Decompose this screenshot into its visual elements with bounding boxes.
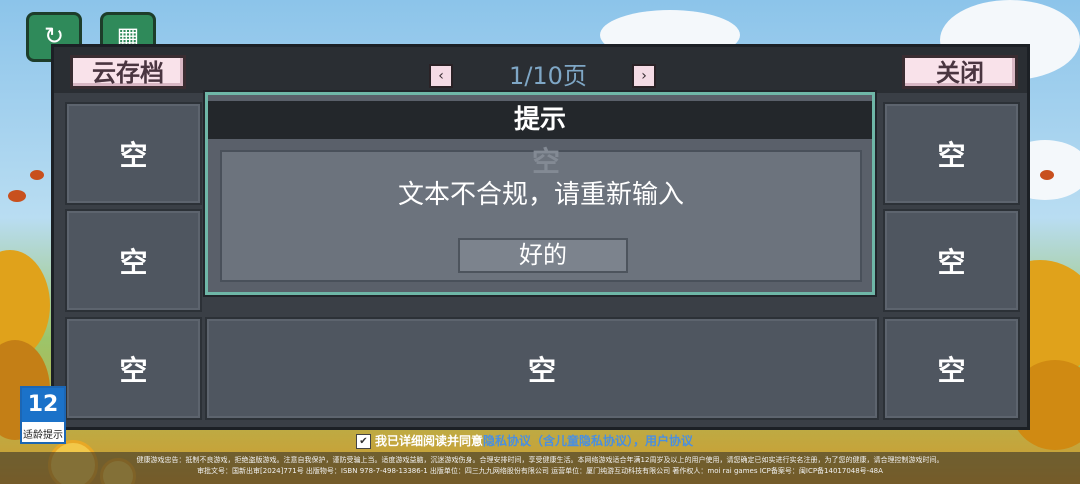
- alert-dialog: 提示 空 文本不合规，请重新输入 好的: [205, 92, 875, 295]
- dialog-message: 文本不合规，请重新输入: [397, 180, 684, 210]
- ok-button[interactable]: 好的: [458, 238, 628, 273]
- age-rating-label: 适龄提示: [23, 430, 63, 441]
- consent-checkbox[interactable]: ✔: [356, 434, 371, 449]
- page-indicator: 1/10页: [509, 62, 587, 90]
- save-slot-r1-right[interactable]: 空: [883, 102, 1020, 205]
- publishing-info-text: 审批文号：国新出审[2024]771号 出版物号：ISBN 978-7-498-…: [197, 467, 883, 475]
- age-rating-badge: 12 适龄提示: [20, 386, 66, 444]
- cloud-save-button[interactable]: 云存档: [70, 55, 186, 89]
- consent-separator: ，: [633, 434, 646, 448]
- consent-text: 我已详细阅读并同意: [375, 434, 484, 448]
- legal-footer: 健康游戏忠告：抵制不良游戏，拒绝盗版游戏。注意自我保护，谨防受骗上当。适度游戏益…: [0, 452, 1080, 484]
- user-agreement-link[interactable]: 用户协议: [645, 434, 693, 448]
- privacy-policy-link[interactable]: 隐私协议（含儿童隐私协议）: [483, 434, 633, 448]
- consent-line: ✔ 我已详细阅读并同意隐私协议（含儿童隐私协议），用户协议: [356, 432, 693, 449]
- save-slot-r3-left[interactable]: 空: [65, 317, 202, 420]
- age-rating-number: 12: [22, 388, 64, 422]
- close-button[interactable]: 关闭: [902, 55, 1018, 89]
- prev-page-button[interactable]: ‹: [429, 64, 453, 88]
- dialog-title: 提示: [208, 101, 872, 139]
- save-slot-r1-left[interactable]: 空: [65, 102, 202, 205]
- dialog-body: 空 文本不合规，请重新输入 好的: [220, 145, 862, 282]
- save-slot-r2-right[interactable]: 空: [883, 209, 1020, 312]
- save-slot-r3-center[interactable]: 空: [205, 317, 879, 420]
- next-page-button[interactable]: ›: [632, 64, 656, 88]
- health-advisory-text: 健康游戏忠告：抵制不良游戏，拒绝盗版游戏。注意自我保护，谨防受骗上当。适度游戏益…: [136, 456, 944, 464]
- save-slot-r3-right[interactable]: 空: [883, 317, 1020, 420]
- save-slot-r2-left[interactable]: 空: [65, 209, 202, 312]
